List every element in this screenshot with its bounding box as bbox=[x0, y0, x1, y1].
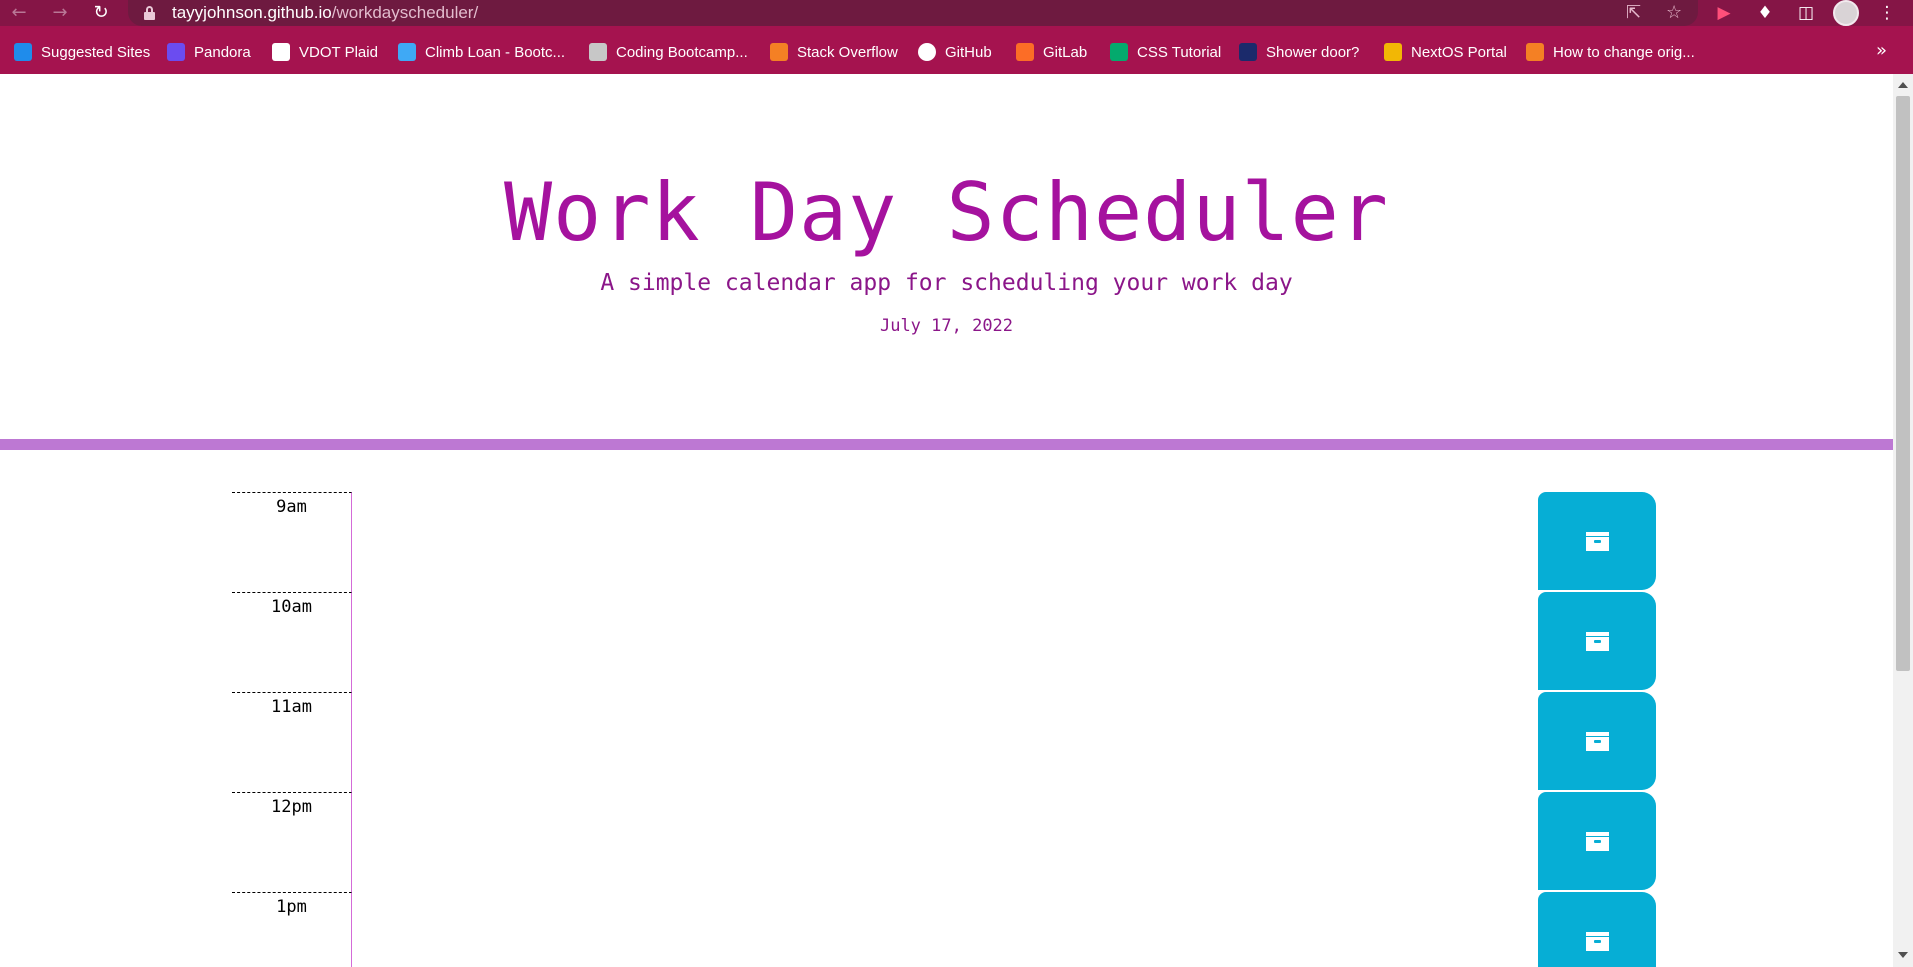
time-block-row: 9am bbox=[0, 492, 1893, 592]
save-button[interactable] bbox=[1538, 492, 1656, 590]
forward-arrow-icon[interactable]: → bbox=[49, 2, 71, 24]
screen-recorder-extension-icon[interactable]: ▶ bbox=[1713, 2, 1735, 24]
time-block-row: 10am bbox=[0, 592, 1893, 692]
bookmark-vdot-plaid[interactable]: VDOT Plaid bbox=[272, 41, 378, 63]
stack-overflow-icon bbox=[1526, 43, 1544, 61]
event-description-textarea[interactable] bbox=[352, 692, 1538, 792]
back-arrow-icon[interactable]: ← bbox=[8, 2, 30, 24]
w3schools-icon bbox=[1110, 43, 1128, 61]
hour-label: 12pm bbox=[232, 792, 352, 892]
event-description-textarea[interactable] bbox=[352, 492, 1538, 592]
current-day: July 17, 2022 bbox=[879, 316, 1014, 336]
bookmark-gitlab[interactable]: GitLab bbox=[1016, 41, 1087, 63]
bookmark-suggested-sites[interactable]: Suggested Sites bbox=[14, 41, 150, 63]
save-button[interactable] bbox=[1538, 592, 1656, 690]
climb-icon bbox=[398, 43, 416, 61]
pandora-icon bbox=[167, 43, 185, 61]
scroll-down-arrow-icon[interactable] bbox=[1898, 952, 1908, 958]
page-content: Work Day Scheduler A simple calendar app… bbox=[0, 74, 1893, 967]
save-button[interactable] bbox=[1538, 692, 1656, 790]
nextos-icon bbox=[1384, 43, 1402, 61]
gitlab-icon bbox=[1016, 43, 1034, 61]
more-bookmarks-chevron-icon[interactable]: » bbox=[1876, 40, 1887, 61]
save-icon bbox=[1586, 632, 1609, 651]
hour-label: 11am bbox=[232, 692, 352, 792]
browser-toolbar: ← → ↻ tayyjohnson.github.io/workdaysched… bbox=[0, 0, 1913, 26]
reload-icon[interactable]: ↻ bbox=[90, 2, 112, 24]
save-icon bbox=[1586, 732, 1609, 751]
scroll-up-arrow-icon[interactable] bbox=[1898, 82, 1908, 88]
kebab-menu-icon[interactable]: ⋮ bbox=[1876, 2, 1898, 24]
bookmarks-bar: Suggested Sites Pandora VDOT Plaid Climb… bbox=[0, 26, 1913, 74]
time-block-row: 11am bbox=[0, 692, 1893, 792]
profile-avatar[interactable] bbox=[1833, 0, 1859, 26]
address-bar[interactable]: tayyjohnson.github.io/workdayscheduler/ … bbox=[128, 0, 1698, 26]
star-bookmark-icon[interactable]: ☆ bbox=[1666, 2, 1682, 23]
side-panel-icon[interactable]: ◫ bbox=[1795, 2, 1817, 24]
time-block-row: 12pm bbox=[0, 792, 1893, 892]
url-text[interactable]: tayyjohnson.github.io/workdayscheduler/ bbox=[172, 3, 478, 23]
bookmark-pandora[interactable]: Pandora bbox=[167, 41, 251, 63]
bootcamp-icon bbox=[589, 43, 607, 61]
hour-label: 10am bbox=[232, 592, 352, 692]
bookmark-coding-bootcamp[interactable]: Coding Bootcamp... bbox=[589, 41, 748, 63]
save-icon bbox=[1586, 532, 1609, 551]
save-button[interactable] bbox=[1538, 792, 1656, 890]
save-icon bbox=[1586, 832, 1609, 851]
bookmark-how-to-change[interactable]: How to change orig... bbox=[1526, 41, 1695, 63]
hour-label: 1pm bbox=[232, 892, 352, 967]
puzzle-extensions-icon[interactable]: ♦ bbox=[1754, 2, 1776, 24]
jumbotron-header: Work Day Scheduler A simple calendar app… bbox=[0, 74, 1893, 440]
stack-overflow-icon bbox=[770, 43, 788, 61]
event-description-textarea[interactable] bbox=[352, 792, 1538, 892]
event-description-textarea[interactable] bbox=[352, 592, 1538, 692]
bookmark-climb-loan[interactable]: Climb Loan - Bootc... bbox=[398, 41, 565, 63]
time-block-row: 1pm bbox=[0, 892, 1893, 967]
page-title: Work Day Scheduler bbox=[504, 166, 1389, 259]
github-icon bbox=[918, 43, 936, 61]
bookmark-shower-door[interactable]: Shower door? bbox=[1239, 41, 1359, 63]
event-description-textarea[interactable] bbox=[352, 892, 1538, 967]
bookmark-css-tutorial[interactable]: CSS Tutorial bbox=[1110, 41, 1221, 63]
share-icon[interactable]: ⇱ bbox=[1626, 2, 1641, 23]
shower-door-icon bbox=[1239, 43, 1257, 61]
hour-label: 9am bbox=[232, 492, 352, 592]
bookmark-nextos-portal[interactable]: NextOS Portal bbox=[1384, 41, 1507, 63]
header-divider bbox=[0, 439, 1893, 450]
lock-icon[interactable] bbox=[144, 6, 155, 20]
bookmark-stack-overflow[interactable]: Stack Overflow bbox=[770, 41, 898, 63]
page-subtitle: A simple calendar app for scheduling you… bbox=[600, 270, 1293, 296]
vdot-icon bbox=[272, 43, 290, 61]
save-button[interactable] bbox=[1538, 892, 1656, 967]
bookmark-github[interactable]: GitHub bbox=[918, 41, 992, 63]
bing-icon bbox=[14, 43, 32, 61]
save-icon bbox=[1586, 932, 1609, 951]
vertical-scrollbar[interactable] bbox=[1893, 74, 1913, 967]
scrollbar-thumb[interactable] bbox=[1896, 96, 1910, 671]
